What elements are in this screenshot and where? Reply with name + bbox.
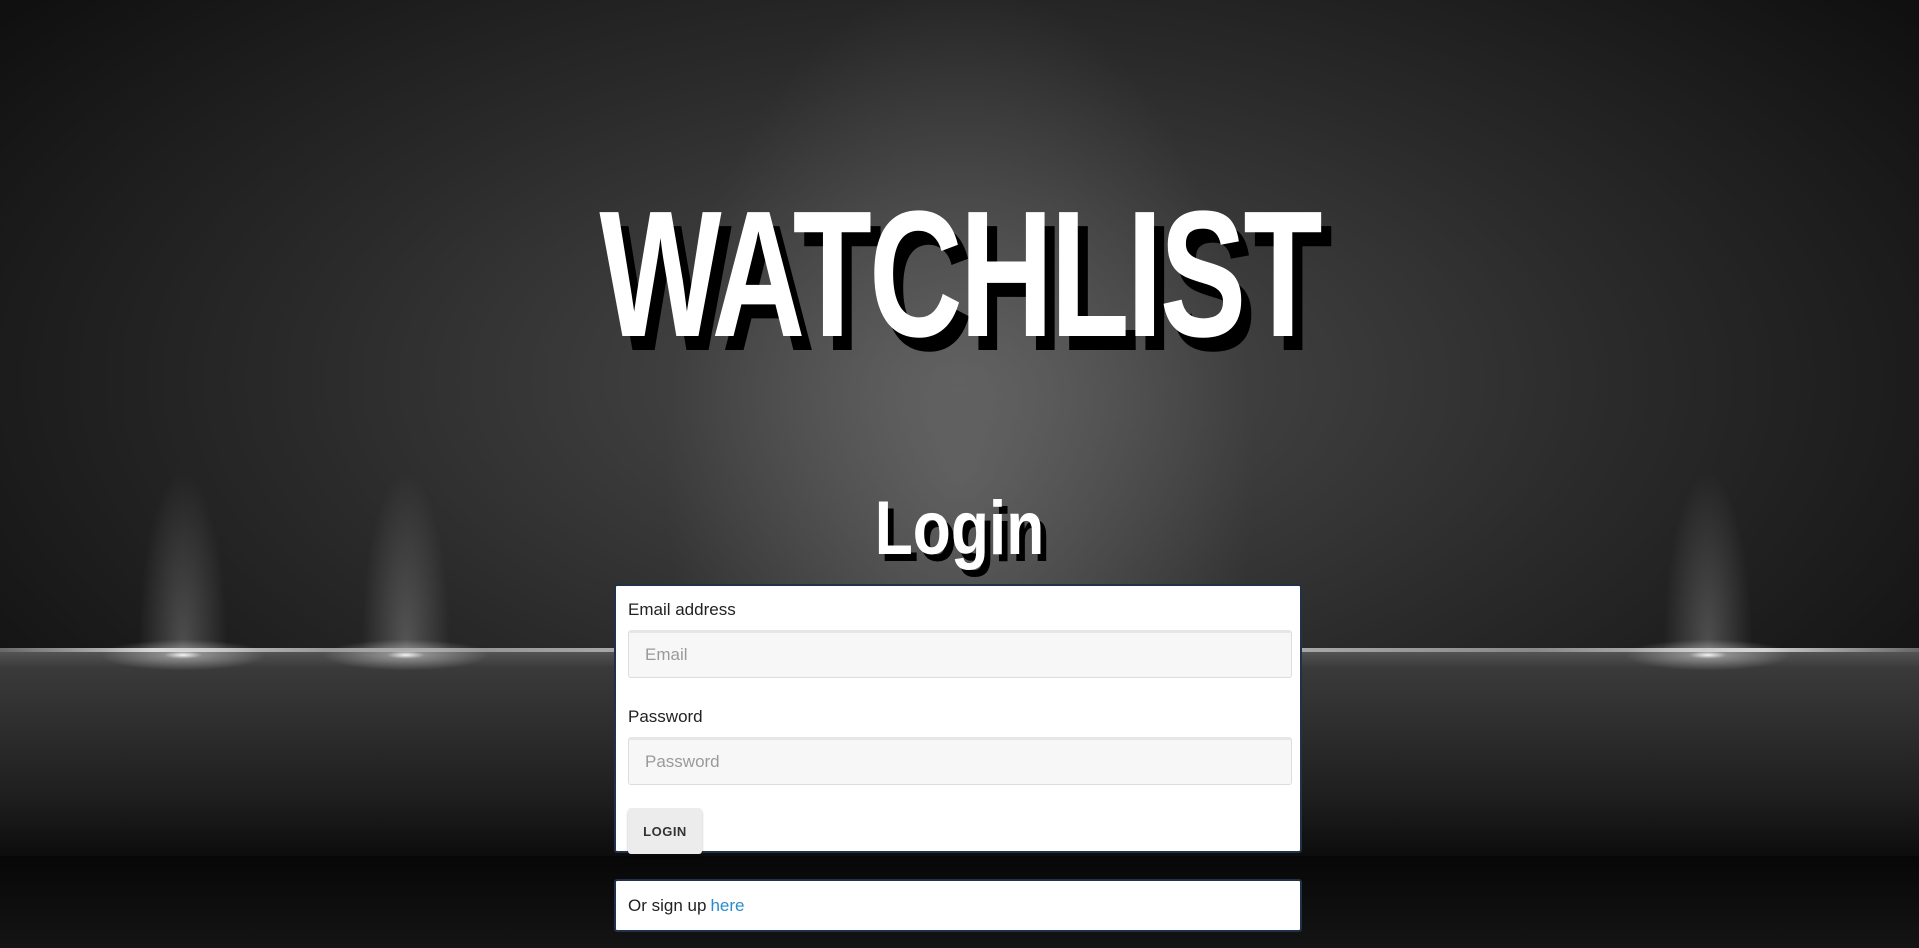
signup-link[interactable]: here [710,896,744,916]
spotlight [316,638,496,672]
login-button[interactable]: LOGIN [628,808,702,854]
email-label: Email address [628,600,736,619]
spotlight [93,638,273,672]
login-form: Email address Password LOGIN [614,584,1302,854]
login-heading: Login [874,486,1045,571]
password-input[interactable] [628,737,1292,785]
signup-prompt: Or sign up [628,895,707,915]
site-title: WATCHLIST [599,174,1322,375]
spotlight [1618,638,1798,672]
email-input[interactable] [628,630,1292,678]
password-label: Password [628,707,703,726]
signup-panel: Or sign up here [614,879,1302,932]
